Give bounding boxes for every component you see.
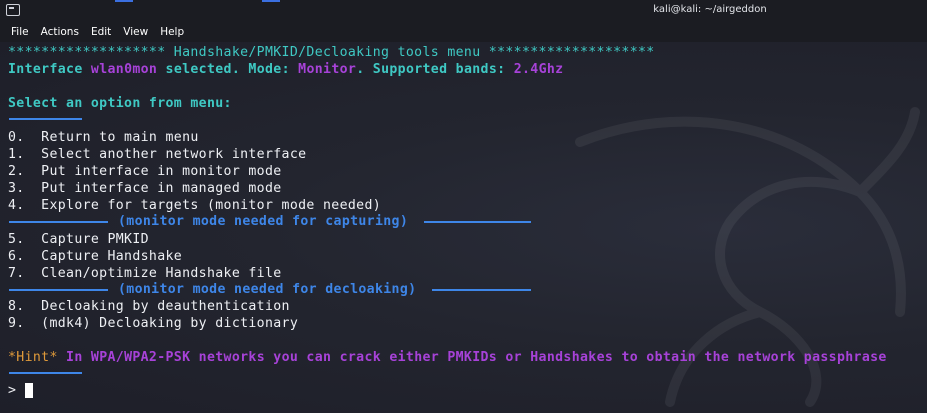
prompt-symbol: > [8, 383, 17, 398]
menu-option: 7. Clean/optimize Handshake file [8, 266, 282, 281]
menu-option: 8. Decloaking by deauthentication [8, 299, 290, 314]
panel-accent [262, 0, 280, 2]
terminal-window: kali@kali: ~/airgeddon File Actions Edit… [0, 0, 927, 413]
prompt-underline [9, 118, 82, 120]
menu-option: 3. Put interface in managed mode [8, 181, 282, 196]
hint-label: *Hint* [8, 350, 58, 365]
terminal-icon[interactable] [6, 4, 20, 16]
hint-line: *Hint* In WPA/WPA2-PSK networks you can … [8, 349, 887, 366]
menu-option: 5. Capture PMKID [8, 232, 149, 247]
menu-header: ******************* Handshake/PMKID/Decl… [8, 45, 655, 60]
bands-label: . Supported bands: [356, 62, 514, 77]
hint-underline [9, 372, 82, 374]
menu-option: 9. (mdk4) Decloaking by dictionary [8, 316, 299, 331]
select-prompt: Select an option from menu: [8, 96, 232, 111]
section-divider-right [432, 289, 531, 291]
section-divider-left [9, 221, 108, 223]
menu-view[interactable]: View [118, 26, 153, 38]
menu-edit[interactable]: Edit [86, 26, 116, 38]
terminal-output[interactable]: ******************* Handshake/PMKID/Decl… [0, 42, 927, 413]
text-cursor[interactable] [25, 383, 33, 398]
hint-text: In WPA/WPA2-PSK networks you can crack e… [57, 350, 887, 365]
menu-option: 2. Put interface in monitor mode [8, 164, 282, 179]
menu-option: 6. Capture Handshake [8, 249, 183, 264]
interface-status: Interface wlan0mon selected. Mode: Monit… [8, 61, 563, 78]
supported-bands: 2.4Ghz [513, 62, 564, 77]
interface-selected-text: selected. Mode: [157, 62, 299, 77]
menu-file[interactable]: File [6, 26, 34, 38]
interface-prefix: Interface [8, 62, 91, 77]
section-decloak-label: (monitor mode needed for decloaking) [118, 282, 417, 297]
section-divider-right [424, 221, 531, 223]
section-divider-left [9, 289, 108, 291]
menu-option: 4. Explore for targets (monitor mode nee… [8, 198, 382, 213]
menu-help[interactable]: Help [155, 26, 189, 38]
menu-option: 0. Return to main menu [8, 130, 199, 145]
interface-name: wlan0mon [90, 62, 158, 77]
panel-accent [115, 0, 133, 2]
menu-bar: File Actions Edit View Help [0, 22, 927, 42]
interface-mode: Monitor [298, 62, 357, 77]
window-title: kali@kali: ~/airgeddon [653, 4, 767, 15]
title-bar: kali@kali: ~/airgeddon [0, 0, 927, 23]
menu-actions[interactable]: Actions [36, 26, 84, 38]
menu-option: 1. Select another network interface [8, 147, 307, 162]
section-capture-label: (monitor mode needed for capturing) [118, 214, 409, 229]
